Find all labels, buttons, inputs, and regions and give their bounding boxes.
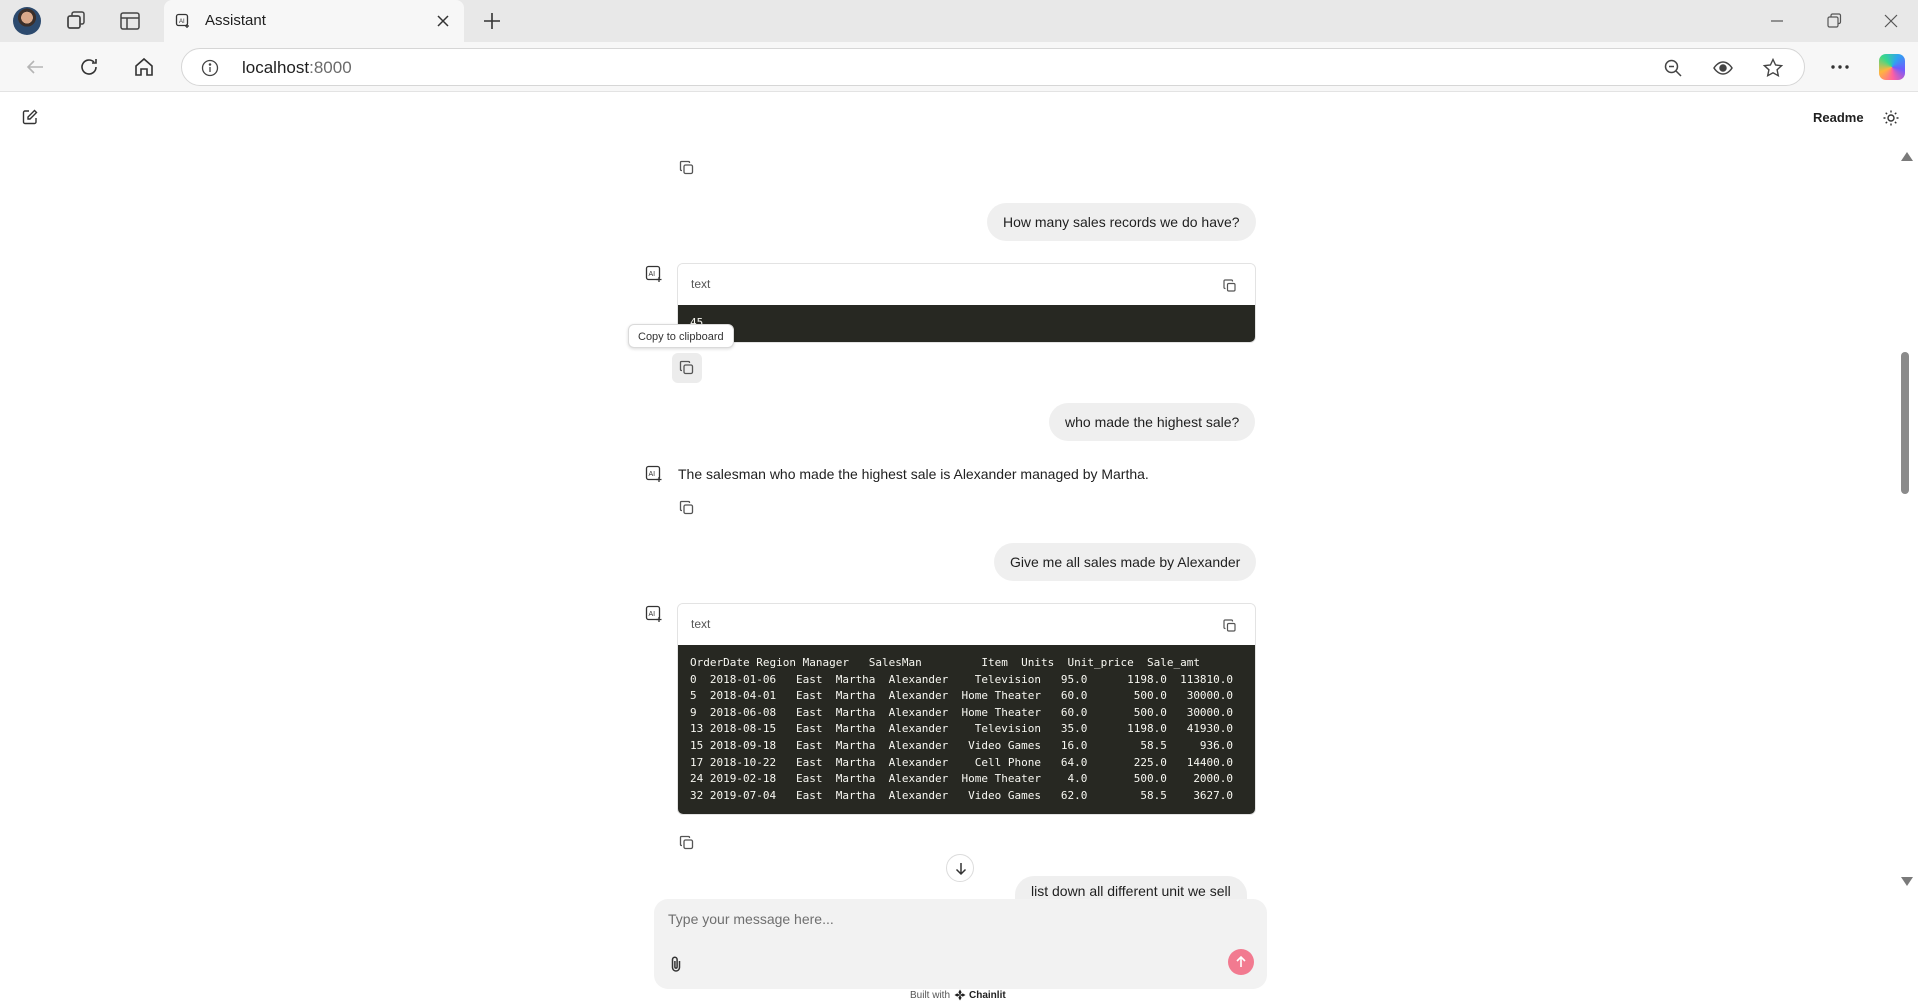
copy-icon[interactable] xyxy=(678,834,696,852)
scroll-thumb[interactable] xyxy=(1901,352,1909,494)
paperclip-icon[interactable] xyxy=(667,955,685,973)
url-text[interactable]: localhost:8000 xyxy=(242,58,352,78)
code-block: text OrderDate Region Manager SalesMan I… xyxy=(677,603,1256,816)
address-bar[interactable]: localhost:8000 xyxy=(181,48,1805,86)
user-message: Give me all sales made by Alexander xyxy=(994,543,1257,581)
chainlit-logo-icon xyxy=(954,989,966,1001)
browser-toolbar: localhost:8000 xyxy=(0,42,1918,92)
svg-text:AI: AI xyxy=(649,471,656,478)
scroll-up-arrow[interactable] xyxy=(1901,152,1913,161)
reader-view-icon[interactable] xyxy=(1712,57,1734,79)
chainlit-brand[interactable]: Chainlit xyxy=(954,989,1006,1001)
copy-icon[interactable] xyxy=(1222,278,1238,294)
site-info-icon[interactable] xyxy=(201,59,219,77)
copy-icon[interactable] xyxy=(678,159,696,177)
tab-favicon-icon: AI xyxy=(175,13,191,29)
workspaces-icon[interactable] xyxy=(64,9,88,33)
vertical-tabs-icon[interactable] xyxy=(118,9,142,33)
favorite-star-icon[interactable] xyxy=(1762,57,1784,79)
restore-icon[interactable] xyxy=(1823,10,1845,32)
close-window-icon[interactable] xyxy=(1880,10,1902,32)
copy-icon[interactable] xyxy=(1222,618,1238,634)
code-output: OrderDate Region Manager SalesMan Item U… xyxy=(678,645,1255,815)
svg-text:AI: AI xyxy=(649,271,656,278)
new-tab-icon[interactable] xyxy=(480,9,504,33)
minimize-icon[interactable] xyxy=(1766,10,1788,32)
tab-title: Assistant xyxy=(205,12,266,29)
back-icon[interactable] xyxy=(23,55,47,79)
arrow-down-icon[interactable] xyxy=(946,854,974,882)
chat-app: Readme How many sales records we do have… xyxy=(0,92,1918,1007)
home-icon[interactable] xyxy=(132,55,156,79)
copy-icon[interactable] xyxy=(672,353,702,383)
browser-tab-bar: AI Assistant xyxy=(0,0,1918,42)
user-message: who made the highest sale? xyxy=(1049,403,1256,441)
assistant-avatar-icon: AI xyxy=(645,465,663,483)
reload-icon[interactable] xyxy=(77,55,101,79)
copy-tooltip: Copy to clipboard xyxy=(628,324,734,348)
copilot-icon[interactable] xyxy=(1879,54,1905,80)
message-composer xyxy=(654,899,1267,989)
assistant-avatar-icon: AI xyxy=(645,265,663,283)
close-tab-icon[interactable] xyxy=(435,13,451,29)
message-input[interactable] xyxy=(668,907,1248,931)
scroll-down-arrow[interactable] xyxy=(1901,877,1913,886)
chat-scrollbar[interactable] xyxy=(1898,152,1913,887)
brand-name: Chainlit xyxy=(969,989,1006,1001)
built-with-footer: Built with Chainlit xyxy=(910,989,1006,1001)
zoom-out-icon[interactable] xyxy=(1662,57,1684,79)
svg-text:AI: AI xyxy=(649,611,656,618)
svg-text:AI: AI xyxy=(179,19,185,25)
user-message: How many sales records we do have? xyxy=(987,203,1256,241)
profile-avatar[interactable] xyxy=(13,7,41,35)
more-menu-icon[interactable] xyxy=(1828,55,1852,79)
code-language-label: text xyxy=(691,277,711,291)
arrow-up-icon[interactable] xyxy=(1228,949,1254,975)
assistant-avatar-icon: AI xyxy=(645,605,663,623)
assistant-message: The salesman who made the highest sale i… xyxy=(678,466,1149,482)
copy-icon[interactable] xyxy=(678,499,696,517)
sun-icon[interactable] xyxy=(1882,109,1900,127)
code-output: 45 xyxy=(678,305,1255,342)
code-language-label: text xyxy=(691,617,711,631)
built-with-label: Built with xyxy=(910,989,951,1001)
readme-button[interactable]: Readme xyxy=(1813,110,1864,125)
user-message: list down all different unit we sell xyxy=(1015,876,1247,899)
new-chat-icon[interactable] xyxy=(21,108,39,126)
code-block: text 45 xyxy=(677,263,1256,343)
